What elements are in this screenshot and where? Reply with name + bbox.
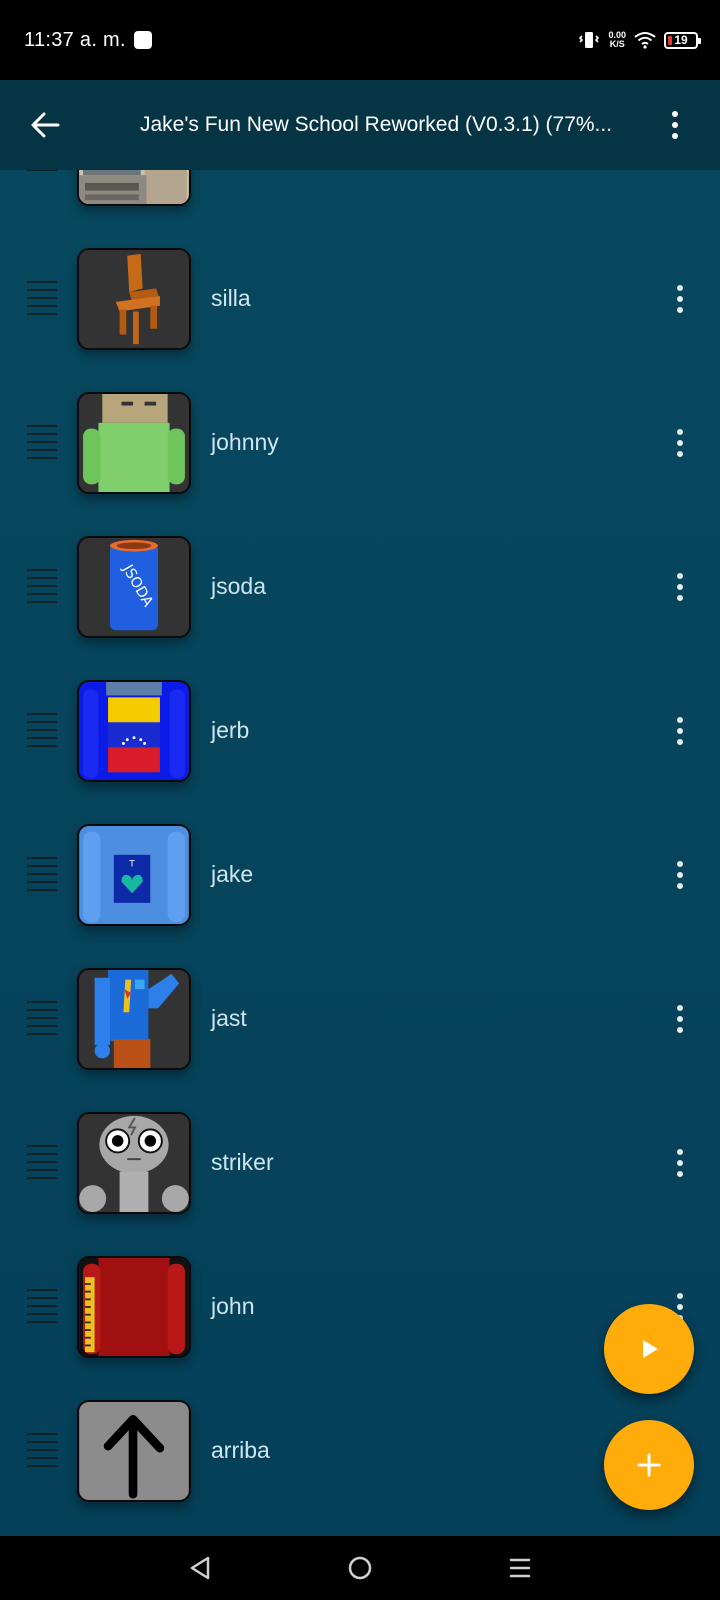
more-vert-icon [672,111,678,139]
sprite-thumbnail[interactable] [77,170,191,206]
john-icon [79,1258,189,1356]
overflow-menu-button[interactable] [630,80,720,170]
more-vert-icon [677,717,683,745]
drag-handle-icon[interactable] [27,170,57,171]
sprite-name: john [211,1293,255,1319]
add-button[interactable] [604,1420,694,1510]
list-item[interactable]: JSODA jsoda [0,515,720,659]
list-item[interactable]: silla [0,227,720,371]
drag-handle-icon[interactable] [27,569,57,603]
system-nav-bar [0,1536,720,1600]
sprite-thumbnail[interactable] [77,680,191,782]
drag-handle-icon[interactable] [27,1145,57,1179]
wifi-icon [634,32,656,49]
jake-icon: T [79,826,189,924]
striker-icon [79,1114,189,1212]
drag-handle-icon[interactable] [27,1433,57,1467]
item-menu-button[interactable] [660,711,700,751]
back-button[interactable] [0,80,90,170]
more-vert-icon [677,1005,683,1033]
list-item[interactable]: T jake [0,803,720,947]
list-item[interactable]: striker [0,1091,720,1235]
drag-handle-icon[interactable] [27,713,57,747]
list-item[interactable]: jerb [0,659,720,803]
network-speed: 0.00 K/S [608,31,626,49]
drag-handle-icon[interactable] [27,425,57,459]
item-menu-button[interactable] [660,1143,700,1183]
jast-icon [79,970,189,1068]
plus-icon [637,1453,661,1477]
sprite-thumbnail[interactable]: JSODA [77,536,191,638]
sprite-thumbnail[interactable] [77,1400,191,1502]
battery-icon: 19 [664,31,701,49]
nav-recents-button[interactable] [496,1544,544,1592]
sprite-thumbnail[interactable] [77,968,191,1070]
sprite-name: jerb [211,717,250,743]
nav-back-button[interactable] [176,1544,224,1592]
item-menu-button[interactable] [660,170,700,175]
drag-handle-icon[interactable] [27,1289,57,1323]
vibrate-icon [579,32,600,48]
drag-handle-icon[interactable] [27,281,57,315]
sprite-thumbnail[interactable] [77,248,191,350]
item-menu-button[interactable] [660,855,700,895]
sprite-name: arriba [211,1437,270,1463]
sprite-name: striker [211,1149,274,1175]
shirt-letter: T [128,859,135,869]
triangle-back-icon [190,1556,210,1580]
sprite-thumbnail[interactable]: T [77,824,191,926]
sprite-name: johnny [211,429,279,455]
drag-handle-icon[interactable] [27,1001,57,1035]
item-menu-button[interactable] [660,423,700,463]
computer-icon [79,170,189,204]
item-menu-button[interactable] [660,567,700,607]
circle-home-icon [348,1556,372,1580]
network-speed-unit: K/S [609,39,625,49]
page-title: Jake's Fun New School Reworked (V0.3.1) … [140,113,613,136]
soda-can-icon: JSODA [79,538,189,636]
more-vert-icon [677,1149,683,1177]
more-vert-icon [677,861,683,889]
item-menu-button[interactable] [660,279,700,319]
johnny-icon [79,394,189,492]
status-bar: 11:37 a. m. 0.00 K/S 19 [0,0,720,80]
play-button[interactable] [604,1304,694,1394]
arrow-left-icon [31,112,60,138]
item-menu-button[interactable] [660,999,700,1039]
sprite-thumbnail[interactable] [77,1256,191,1358]
jerb-icon [79,682,189,780]
app-bar: Jake's Fun New School Reworked (V0.3.1) … [0,80,720,170]
chair-icon [79,250,189,348]
more-vert-icon [677,285,683,313]
sprite-thumbnail[interactable] [77,392,191,494]
sprite-name: jsoda [211,573,266,599]
status-icons: 0.00 K/S 19 [578,0,701,80]
more-vert-icon [677,429,683,457]
drag-handle-icon[interactable] [27,857,57,891]
menu-lines-icon [509,1558,531,1578]
sprite-thumbnail[interactable] [77,1112,191,1214]
notification-icon [133,31,152,49]
sprite-name: jast [211,1005,247,1031]
list-item[interactable]: computadora [0,170,720,227]
play-icon [643,1340,658,1358]
battery-level: 19 [674,33,688,47]
up-arrow-icon [79,1402,189,1500]
list-item[interactable]: johnny [0,371,720,515]
status-time: 11:37 a. m. [24,28,126,51]
more-vert-icon [677,573,683,601]
nav-home-button[interactable] [336,1544,384,1592]
sprite-name: silla [211,285,251,311]
list-item[interactable]: jast [0,947,720,1091]
sprite-name: jake [211,861,254,887]
